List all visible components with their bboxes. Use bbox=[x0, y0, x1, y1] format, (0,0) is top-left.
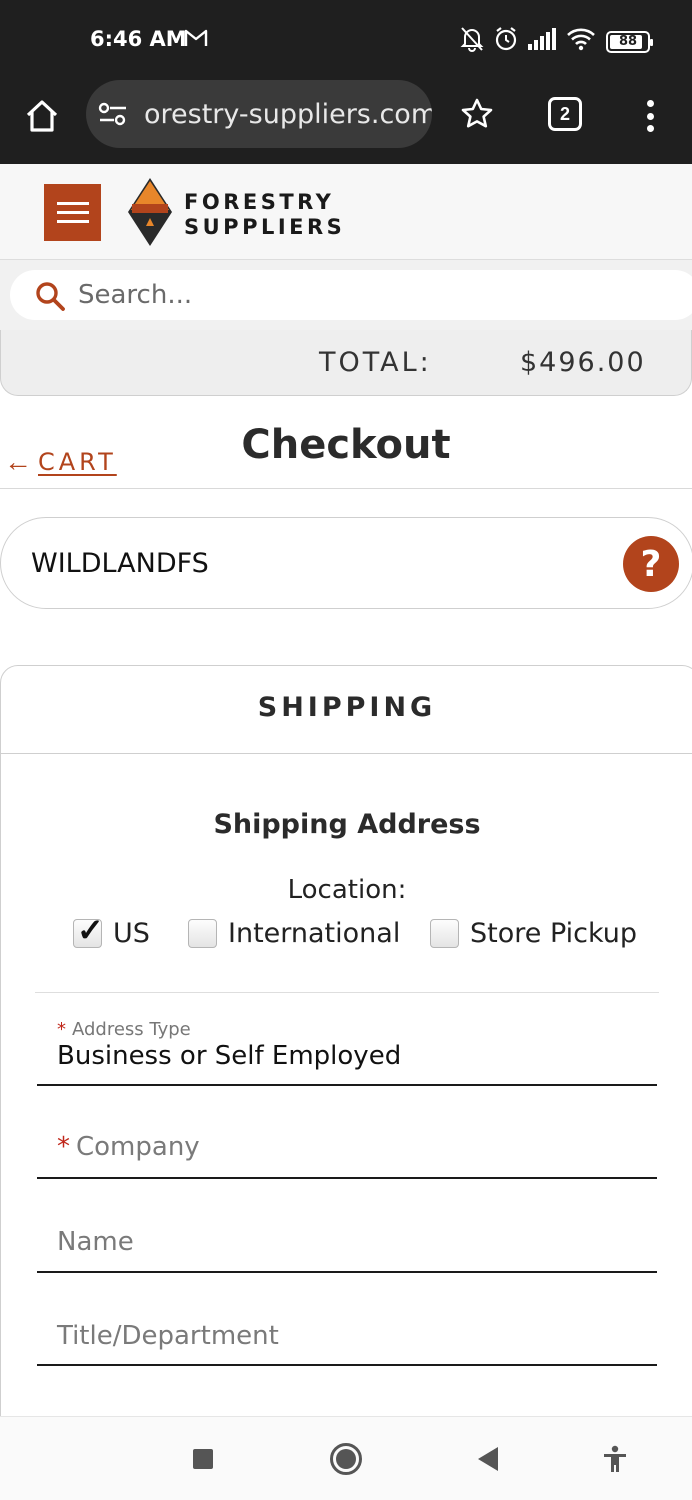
total-value: $496.00 bbox=[520, 347, 646, 378]
jim-gem-logo-icon[interactable] bbox=[128, 178, 172, 251]
divider bbox=[0, 488, 692, 489]
location-label: Location: bbox=[287, 875, 407, 905]
location-international-checkbox[interactable]: International bbox=[188, 918, 400, 949]
company-placeholder-text: Company bbox=[76, 1132, 200, 1162]
android-nav-bar bbox=[0, 1416, 692, 1500]
required-marker: * bbox=[57, 1132, 70, 1162]
help-button[interactable]: ? bbox=[623, 536, 679, 592]
hamburger-menu-button[interactable] bbox=[44, 184, 101, 241]
url-text: orestry-suppliers.com bbox=[144, 99, 432, 130]
wifi-icon bbox=[566, 27, 596, 56]
cart-total-bar: TOTAL: $496.00 bbox=[0, 330, 692, 396]
back-icon[interactable] bbox=[478, 1447, 498, 1471]
site-logo-text[interactable]: FORESTRY SUPPLIERS bbox=[184, 190, 345, 240]
shipping-card: SHIPPING Shipping Address Location: ✓ US… bbox=[0, 665, 692, 1465]
logo-line-2: SUPPLIERS bbox=[184, 215, 346, 239]
checkbox[interactable]: ✓ bbox=[73, 914, 104, 948]
home-button-icon[interactable] bbox=[330, 1443, 362, 1475]
battery-level: 88 bbox=[618, 34, 638, 49]
checkmark-icon: ✓ bbox=[77, 912, 104, 948]
site-settings-icon[interactable] bbox=[98, 102, 128, 131]
checkbox[interactable] bbox=[430, 919, 459, 948]
location-store-pickup-checkbox[interactable]: Store Pickup bbox=[430, 918, 637, 949]
search-input[interactable] bbox=[78, 275, 638, 315]
location-us-checkbox[interactable]: ✓ US bbox=[73, 914, 150, 949]
battery-icon: 88 bbox=[606, 30, 653, 53]
alarm-icon bbox=[494, 26, 518, 57]
required-marker: * bbox=[57, 1019, 66, 1040]
more-menu-icon[interactable] bbox=[638, 96, 662, 136]
location-option-label: International bbox=[228, 918, 401, 949]
status-icons: 88 bbox=[460, 26, 653, 57]
browser-chrome: 6:46 AM 88 orestry-suppliers.com 2 bbox=[0, 0, 692, 164]
company-field[interactable]: * Company bbox=[37, 1104, 657, 1179]
search-row bbox=[0, 260, 692, 330]
gmail-icon bbox=[184, 28, 208, 53]
shipping-header[interactable]: SHIPPING bbox=[1, 666, 692, 754]
logo-line-1: FORESTRY bbox=[184, 190, 335, 214]
shipping-heading: SHIPPING bbox=[257, 692, 437, 723]
divider bbox=[35, 992, 659, 993]
status-bar: 6:46 AM 88 bbox=[0, 0, 692, 80]
search-icon[interactable] bbox=[34, 280, 66, 317]
promo-code-field[interactable]: WILDLANDFS ? bbox=[0, 517, 692, 609]
address-type-select[interactable]: * Address Type Business or Self Employed bbox=[37, 1011, 657, 1086]
checkbox[interactable] bbox=[188, 919, 217, 948]
address-type-label: * Address Type bbox=[57, 1019, 191, 1040]
location-option-label: Store Pickup bbox=[470, 918, 638, 949]
location-option-label: US bbox=[113, 918, 150, 949]
company-placeholder: * Company bbox=[57, 1132, 200, 1162]
title-department-placeholder: Title/Department bbox=[57, 1321, 279, 1351]
search-box bbox=[10, 270, 692, 320]
browser-toolbar: orestry-suppliers.com 2 bbox=[0, 80, 692, 150]
url-bar[interactable]: orestry-suppliers.com bbox=[86, 80, 432, 148]
bell-off-icon bbox=[460, 26, 484, 57]
recent-apps-icon[interactable] bbox=[193, 1449, 213, 1469]
address-type-label-text: Address Type bbox=[72, 1019, 191, 1040]
status-time: 6:46 AM bbox=[90, 27, 187, 51]
accessibility-icon[interactable] bbox=[602, 1445, 628, 1478]
name-placeholder: Name bbox=[57, 1227, 134, 1257]
total-label: TOTAL: bbox=[319, 347, 432, 378]
signal-icon bbox=[528, 28, 556, 55]
location-options: ✓ US International Store Pickup bbox=[73, 914, 673, 958]
site-header: FORESTRY SUPPLIERS bbox=[0, 164, 692, 260]
page-title: Checkout bbox=[241, 422, 451, 468]
promo-code-value: WILDLANDFS bbox=[31, 548, 209, 579]
name-field[interactable]: Name bbox=[37, 1197, 657, 1273]
shipping-address-heading: Shipping Address bbox=[213, 809, 481, 840]
title-department-field[interactable]: Title/Department bbox=[37, 1291, 657, 1366]
address-type-value: Business or Self Employed bbox=[57, 1041, 402, 1071]
tab-switcher-button[interactable]: 2 bbox=[548, 97, 582, 131]
home-icon[interactable] bbox=[22, 96, 62, 136]
bookmark-star-icon[interactable] bbox=[460, 97, 494, 136]
